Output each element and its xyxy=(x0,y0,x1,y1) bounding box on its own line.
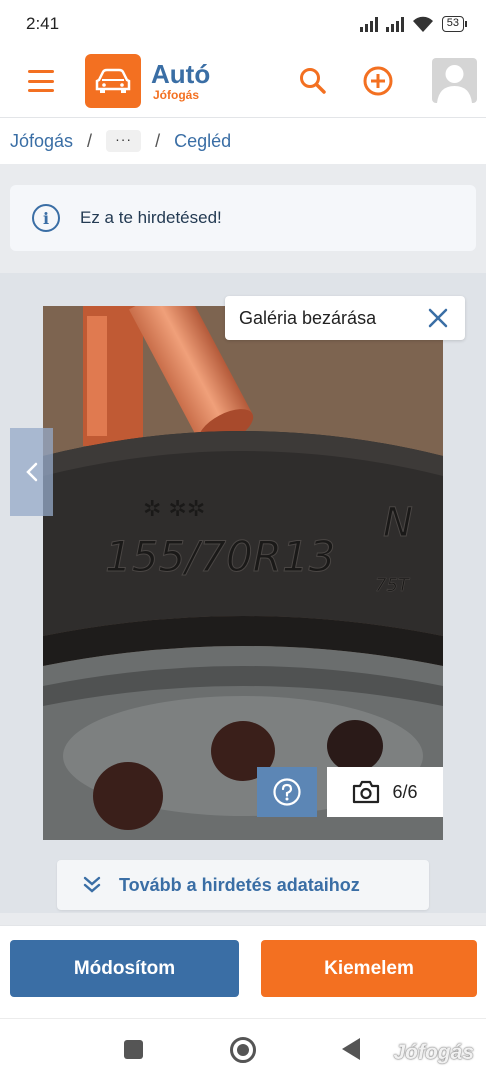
signal-icon xyxy=(385,16,404,32)
help-button[interactable] xyxy=(257,767,317,817)
user-icon xyxy=(437,65,472,103)
tire-photo: 155/70R13 75T N ✲ ✲✲ xyxy=(43,306,443,840)
battery-icon: 53 xyxy=(441,16,468,32)
app-header: Autó Jófogás xyxy=(0,48,486,118)
svg-text:✲ ✲✲: ✲ ✲✲ xyxy=(143,497,205,522)
own-listing-notice: i Ez a te hirdetésed! xyxy=(10,185,476,251)
add-listing-icon[interactable] xyxy=(362,65,394,97)
photo-counter[interactable]: 6/6 xyxy=(327,767,443,817)
breadcrumb-location[interactable]: Cegléd xyxy=(174,131,231,152)
double-chevron-down-icon xyxy=(83,876,101,893)
camera-icon xyxy=(353,780,380,804)
listing-photo[interactable]: 155/70R13 75T N ✲ ✲✲ xyxy=(43,306,443,840)
back-icon[interactable] xyxy=(342,1038,360,1060)
feature-button[interactable]: Kiemelem xyxy=(261,940,477,997)
status-bar: 2:41 53 xyxy=(0,0,486,48)
photo-counter-text: 6/6 xyxy=(392,781,418,802)
logo-subtitle: Jófogás xyxy=(153,88,200,102)
breadcrumb-more-button[interactable]: ··· xyxy=(106,130,142,152)
search-icon[interactable] xyxy=(298,66,328,96)
photo-load-index: 75T xyxy=(375,575,411,596)
status-icons: 53 xyxy=(359,16,468,33)
wifi-icon xyxy=(412,16,433,32)
car-logo-icon xyxy=(85,54,141,108)
close-gallery-button[interactable]: Galéria bezárása xyxy=(225,296,465,340)
signal-icon xyxy=(359,16,378,32)
breadcrumb: Jófogás / ··· / Cegléd xyxy=(0,118,486,164)
question-icon xyxy=(273,778,301,806)
site-logo[interactable]: Autó Jófogás xyxy=(85,54,210,108)
home-icon[interactable] xyxy=(230,1037,256,1063)
breadcrumb-home[interactable]: Jófogás xyxy=(10,131,73,152)
notice-text: Ez a te hirdetésed! xyxy=(80,208,222,227)
modify-button[interactable]: Módosítom xyxy=(10,940,239,997)
close-icon xyxy=(428,308,448,328)
info-icon: i xyxy=(32,204,60,232)
action-bar: Módosítom Kiemelem xyxy=(0,925,486,1018)
breadcrumb-separator: / xyxy=(155,130,161,151)
more-details-label: Tovább a hirdetés adataihoz xyxy=(119,874,360,895)
previous-photo-button[interactable] xyxy=(10,428,53,516)
photo-gallery: 155/70R13 75T N ✲ ✲✲ Galéria bezárása 6/… xyxy=(0,273,486,913)
svg-text:N: N xyxy=(383,500,413,546)
hamburger-menu-icon[interactable] xyxy=(28,70,54,92)
recent-apps-icon[interactable] xyxy=(124,1040,143,1059)
close-gallery-label: Galéria bezárása xyxy=(239,307,377,328)
system-nav-bar: Jófogás xyxy=(0,1018,486,1080)
photo-tire-size: 155/70R13 xyxy=(105,532,335,581)
more-details-button[interactable]: Tovább a hirdetés adataihoz xyxy=(57,860,429,910)
watermark: Jófogás xyxy=(393,1041,474,1064)
chevron-left-icon xyxy=(25,462,37,482)
logo-title: Autó xyxy=(151,59,211,89)
avatar[interactable] xyxy=(432,58,477,103)
breadcrumb-separator: / xyxy=(87,130,93,151)
status-time: 2:41 xyxy=(26,14,60,33)
